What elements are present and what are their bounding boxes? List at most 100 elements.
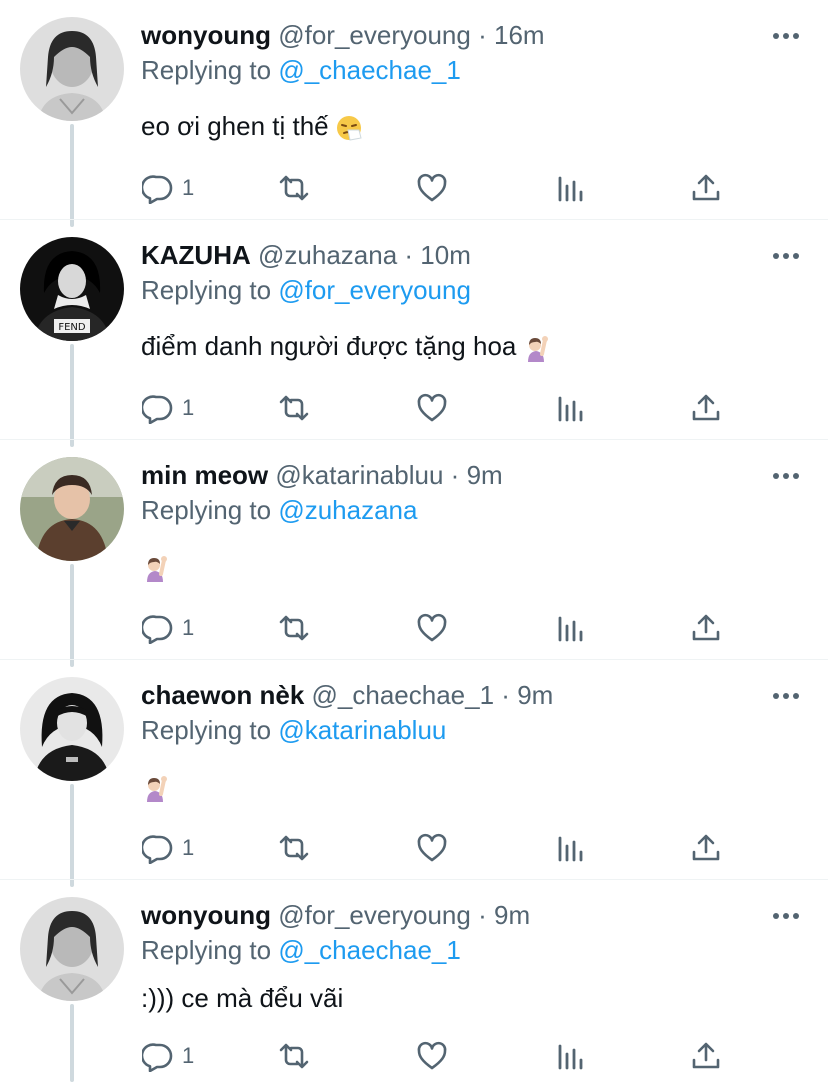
reply-icon (142, 172, 174, 204)
retweet-button[interactable] (278, 168, 310, 208)
raising-hand-emoji (141, 554, 169, 583)
user-handle[interactable]: @katarinabluu (275, 460, 443, 490)
analytics-button[interactable] (554, 168, 586, 208)
retweet-icon (278, 832, 310, 864)
timestamp[interactable]: 16m (494, 20, 545, 50)
replying-to-link[interactable]: @katarinabluu (278, 715, 446, 745)
avatar[interactable] (20, 17, 124, 121)
user-handle[interactable]: @zuhazana (258, 240, 397, 270)
avatar[interactable]: FEND (20, 237, 124, 341)
more-options-icon[interactable] (772, 462, 800, 490)
tweet[interactable]: min meow @katarinabluu · 9m Replying to … (0, 440, 828, 660)
tweet-header: KAZUHA @zuhazana · 10m (141, 238, 471, 272)
tweet[interactable]: wonyoung @for_everyoung · 9m Replying to… (0, 880, 828, 1082)
analytics-button[interactable] (554, 828, 586, 868)
display-name[interactable]: chaewon nèk (141, 680, 304, 710)
share-button[interactable] (690, 1036, 722, 1076)
tweet-actions: 1 (0, 388, 828, 428)
user-handle[interactable]: @for_everyoung (278, 20, 471, 50)
replying-to-label: Replying to (141, 275, 272, 305)
display-name[interactable]: KAZUHA (141, 240, 251, 270)
replying-to-link[interactable]: @_chaechae_1 (278, 55, 461, 85)
replying-to-label: Replying to (141, 55, 272, 85)
avatar[interactable] (20, 457, 124, 561)
heart-icon (416, 392, 448, 424)
share-button[interactable] (690, 828, 722, 868)
separator-dot: · (404, 240, 414, 270)
tweet-header: wonyoung @for_everyoung · 9m (141, 898, 530, 932)
tweet[interactable]: chaewon nèk @_chaechae_1 · 9m Replying t… (0, 660, 828, 880)
timestamp[interactable]: 9m (517, 680, 553, 710)
sneezing-face-emoji (335, 114, 363, 142)
tweet[interactable]: FEND KAZUHA @zuhazana · 10m Replying to … (0, 220, 828, 440)
retweet-button[interactable] (278, 1036, 310, 1076)
like-button[interactable] (416, 608, 448, 648)
timestamp[interactable]: 9m (467, 460, 503, 490)
raising-hand-emoji (522, 334, 550, 363)
reply-button[interactable]: 1 (142, 608, 194, 648)
more-options-icon[interactable] (772, 22, 800, 50)
display-name[interactable]: wonyoung (141, 900, 271, 930)
analytics-button[interactable] (554, 608, 586, 648)
separator-dot: · (450, 460, 460, 490)
retweet-button[interactable] (278, 388, 310, 428)
reply-count: 1 (182, 1043, 195, 1068)
share-button[interactable] (690, 388, 722, 428)
bar-chart-icon (554, 832, 586, 864)
like-button[interactable] (416, 388, 448, 428)
replying-to-label: Replying to (141, 715, 272, 745)
reply-button[interactable]: 1 (142, 1036, 194, 1076)
replying-to: Replying to @for_everyoung (141, 273, 471, 307)
replying-to: Replying to @zuhazana (141, 493, 417, 527)
reply-icon (142, 612, 174, 644)
share-icon (690, 1040, 722, 1072)
reply-button[interactable]: 1 (142, 828, 194, 868)
share-icon (690, 392, 722, 424)
heart-icon (416, 832, 448, 864)
tweet-text-content: :))) ce mà đểu vãi (141, 983, 344, 1013)
more-options-icon[interactable] (772, 902, 800, 930)
retweet-button[interactable] (278, 828, 310, 868)
share-button[interactable] (690, 608, 722, 648)
avatar[interactable] (20, 897, 124, 1001)
display-name[interactable]: wonyoung (141, 20, 271, 50)
retweet-button[interactable] (278, 608, 310, 648)
replying-to-link[interactable]: @zuhazana (278, 495, 417, 525)
timestamp[interactable]: 9m (494, 900, 530, 930)
bar-chart-icon (554, 612, 586, 644)
analytics-button[interactable] (554, 1036, 586, 1076)
analytics-button[interactable] (554, 388, 586, 428)
retweet-icon (278, 612, 310, 644)
retweet-icon (278, 172, 310, 204)
timestamp[interactable]: 10m (420, 240, 471, 270)
more-options-icon[interactable] (772, 242, 800, 270)
user-handle[interactable]: @for_everyoung (278, 900, 471, 930)
reply-icon (142, 1040, 174, 1072)
replying-to: Replying to @_chaechae_1 (141, 53, 461, 87)
display-name[interactable]: min meow (141, 460, 268, 490)
avatar[interactable] (20, 677, 124, 781)
replying-to: Replying to @katarinabluu (141, 713, 446, 747)
like-button[interactable] (416, 168, 448, 208)
reply-button[interactable]: 1 (142, 168, 194, 208)
tweet[interactable]: wonyoung @for_everyoung · 16m Replying t… (0, 0, 828, 220)
user-handle[interactable]: @_chaechae_1 (312, 680, 495, 710)
reply-button[interactable]: 1 (142, 388, 194, 428)
heart-icon (416, 612, 448, 644)
bar-chart-icon (554, 392, 586, 424)
share-icon (690, 832, 722, 864)
like-button[interactable] (416, 828, 448, 868)
reply-count: 1 (182, 175, 195, 200)
share-button[interactable] (690, 168, 722, 208)
tweet-header: wonyoung @for_everyoung · 16m (141, 18, 545, 52)
replying-to-link[interactable]: @_chaechae_1 (278, 935, 461, 965)
more-options-icon[interactable] (772, 682, 800, 710)
replying-to-link[interactable]: @for_everyoung (278, 275, 471, 305)
reply-icon (142, 832, 174, 864)
svg-text:FEND: FEND (58, 322, 86, 333)
separator-dot: · (478, 900, 487, 930)
tweet-text-content: eo ơi ghen tị thế (141, 111, 329, 141)
like-button[interactable] (416, 1036, 448, 1076)
tweet-actions: 1 (0, 608, 828, 648)
separator-dot: · (501, 680, 510, 710)
